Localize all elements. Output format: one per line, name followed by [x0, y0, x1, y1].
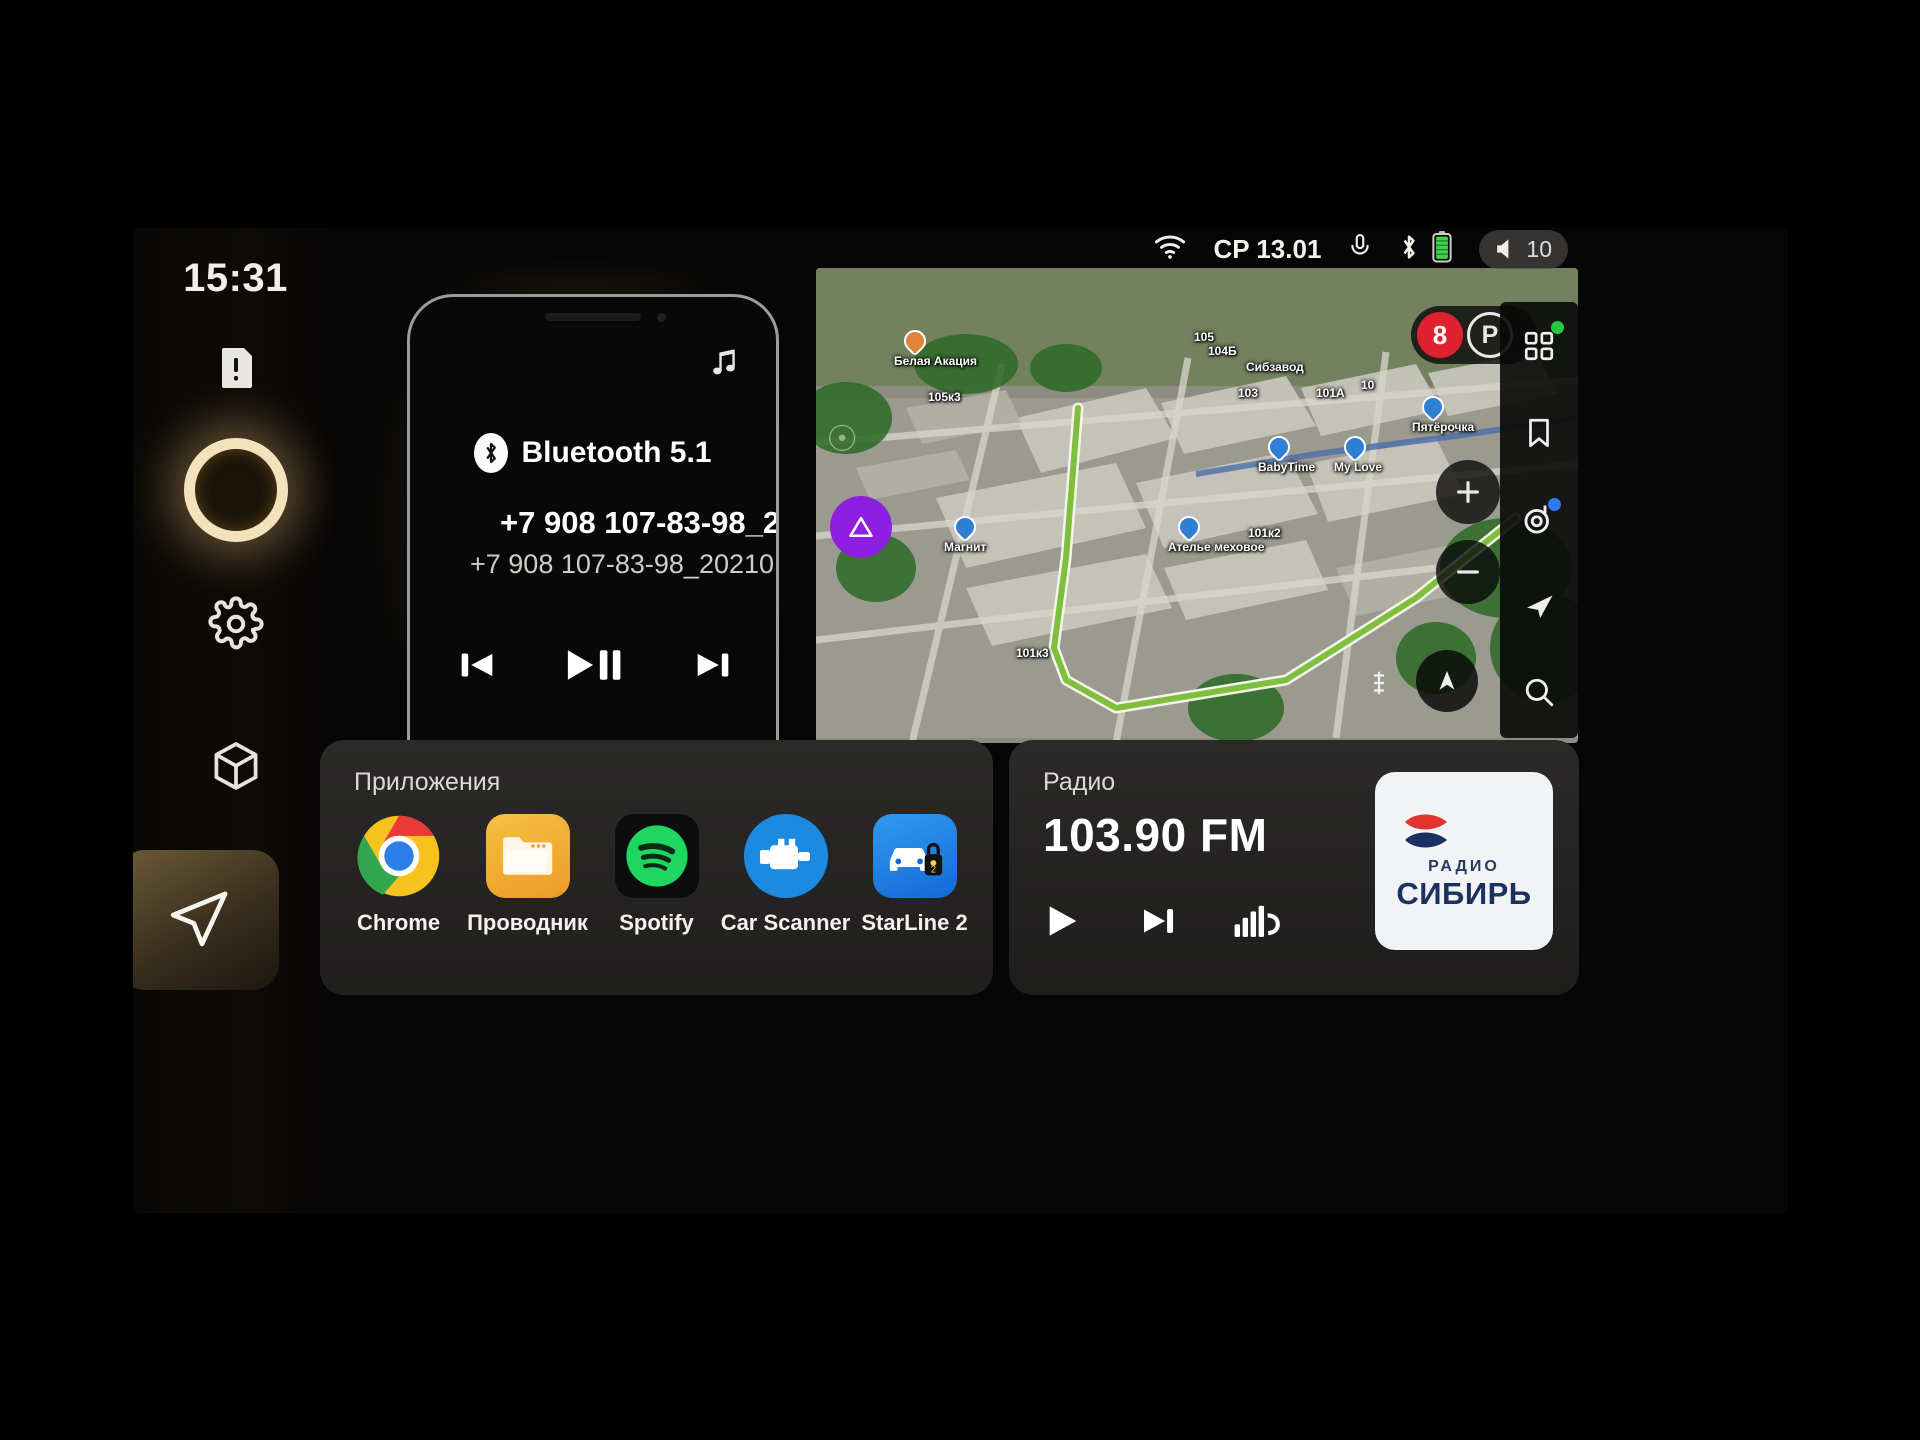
status-bar: CP 13.01 10	[816, 228, 1578, 272]
map-poi-label: 105к3	[928, 390, 961, 404]
chrome-icon	[356, 814, 441, 898]
radio-logo-top: РАДИО	[1428, 858, 1500, 875]
map-tool-strip	[1500, 302, 1578, 738]
clock: 15:31	[183, 256, 288, 300]
apps-grid-icon[interactable]	[1515, 321, 1564, 370]
app-spotify[interactable]: Spotify	[598, 814, 716, 936]
sd-card-warning-icon[interactable]	[216, 346, 256, 388]
map-poi-label: 105	[1194, 330, 1215, 344]
starline-icon: 2	[872, 814, 957, 898]
map-poi-label: My Love	[1334, 460, 1383, 474]
file-manager-icon	[485, 814, 570, 898]
map-poi-label: Сибзавод	[1246, 360, 1304, 374]
map-poi-label: BabyTime	[1258, 460, 1316, 474]
status-dot-blue	[1548, 498, 1561, 511]
bluetooth-status-icon	[1399, 232, 1419, 267]
previous-track-button[interactable]	[454, 642, 500, 688]
map-poi-label: Белая Акация	[894, 354, 978, 368]
map-widget[interactable]: Белая Акация Магнит Ателье меховое BabyTime…	[816, 268, 1578, 743]
volume-indicator[interactable]: 10	[1479, 229, 1568, 269]
spotify-icon	[614, 814, 699, 898]
radio-title: Радио	[1043, 768, 1116, 796]
app-car-scanner[interactable]: Car Scanner	[721, 814, 850, 936]
search-icon[interactable]	[1515, 668, 1563, 716]
app-label: StarLine 2	[861, 910, 968, 935]
map-poi-label: 10	[1361, 378, 1375, 392]
radio-controls	[1043, 900, 1281, 947]
track-subtitle: +7 908 107-83-98_20210	[470, 549, 775, 579]
map-poi-label: 101А	[1316, 386, 1345, 400]
map-poi-label: 104Б	[1208, 344, 1237, 358]
radio-logo-main: СИБИРЬ	[1396, 876, 1532, 911]
speed-limit-badge: 8	[1417, 312, 1463, 358]
map-zoom-in-button[interactable]	[1436, 460, 1500, 524]
map-poi-label: 101к2	[1248, 526, 1281, 540]
car-scanner-icon	[743, 814, 828, 898]
volume-level: 10	[1526, 235, 1552, 262]
map-poi-label: Ателье меховое	[1168, 540, 1265, 554]
media-transport-controls	[422, 637, 768, 693]
map-poi-label: 101к3	[1016, 646, 1049, 660]
phone-camera-dot	[657, 313, 666, 322]
radio-equalizer-icon[interactable]	[1233, 901, 1281, 946]
app-label: Chrome	[356, 910, 441, 935]
yandex-assistant-icon[interactable]	[1515, 495, 1563, 543]
radio-play-button[interactable]	[1043, 900, 1083, 947]
bluetooth-status-row: Bluetooth 5.1	[410, 433, 776, 473]
cube-3d-icon[interactable]	[208, 738, 264, 794]
app-chrome[interactable]: Chrome	[340, 814, 458, 936]
settings-gear-icon[interactable]	[207, 596, 264, 652]
bookmark-icon[interactable]	[1515, 409, 1563, 457]
map-zoom-out-button[interactable]	[1436, 540, 1500, 604]
left-sidebar: 15:31	[133, 228, 338, 1213]
radio-station-logo: РАДИО СИБИРЬ	[1375, 772, 1553, 950]
phone-notch	[545, 313, 641, 321]
app-starline[interactable]: 2 StarLine 2	[856, 814, 974, 936]
navigation-arrow-icon[interactable]	[1515, 582, 1563, 630]
head-unit-screen: 15:31 Bluetooth 5.1 +7 908 107-83-98_2 +…	[133, 228, 1788, 1213]
map-poi-label: Пятёрочка	[1412, 420, 1475, 434]
wifi-icon	[1153, 234, 1187, 265]
svg-text:2: 2	[930, 865, 935, 876]
app-label: Spotify	[619, 910, 694, 935]
bluetooth-label: Bluetooth 5.1	[521, 436, 712, 469]
bluetooth-icon	[474, 433, 509, 473]
radio-card: Радио 103.90 FM РАДИО СИБИРЬ	[1009, 740, 1579, 995]
next-track-button[interactable]	[690, 642, 736, 688]
navigation-send-icon[interactable]	[133, 850, 279, 990]
status-dot-green	[1551, 321, 1564, 334]
yandex-navigator-logo[interactable]	[830, 496, 892, 558]
apps-list: Chrome Проводник Spotify Car Scanner 2 S…	[334, 814, 979, 936]
battery-icon	[1431, 230, 1453, 268]
app-label: Car Scanner	[720, 910, 851, 935]
play-pause-button[interactable]	[564, 637, 626, 693]
apps-card: Приложения Chrome Проводник Spotify Car …	[320, 740, 993, 995]
radio-frequency: 103.90 FM	[1043, 809, 1268, 861]
microphone-icon	[1347, 232, 1373, 267]
home-ring-button[interactable]	[183, 438, 288, 542]
radio-next-button[interactable]	[1137, 900, 1179, 947]
map-poi-label: Магнит	[944, 540, 987, 554]
app-file-manager[interactable]: Проводник	[467, 814, 588, 936]
music-note-icon	[706, 345, 740, 390]
app-label: Проводник	[467, 910, 588, 935]
map-poi-label: 103	[1238, 386, 1259, 400]
volume-icon	[1497, 239, 1509, 259]
apps-title: Приложения	[354, 768, 501, 796]
map-compass-button[interactable]	[1416, 650, 1478, 712]
date-label: CP 13.01	[1213, 233, 1322, 264]
ruler-icon[interactable]	[1364, 666, 1394, 708]
track-title: +7 908 107-83-98_2	[500, 505, 779, 540]
roundabout-icon: ☉	[826, 418, 859, 459]
